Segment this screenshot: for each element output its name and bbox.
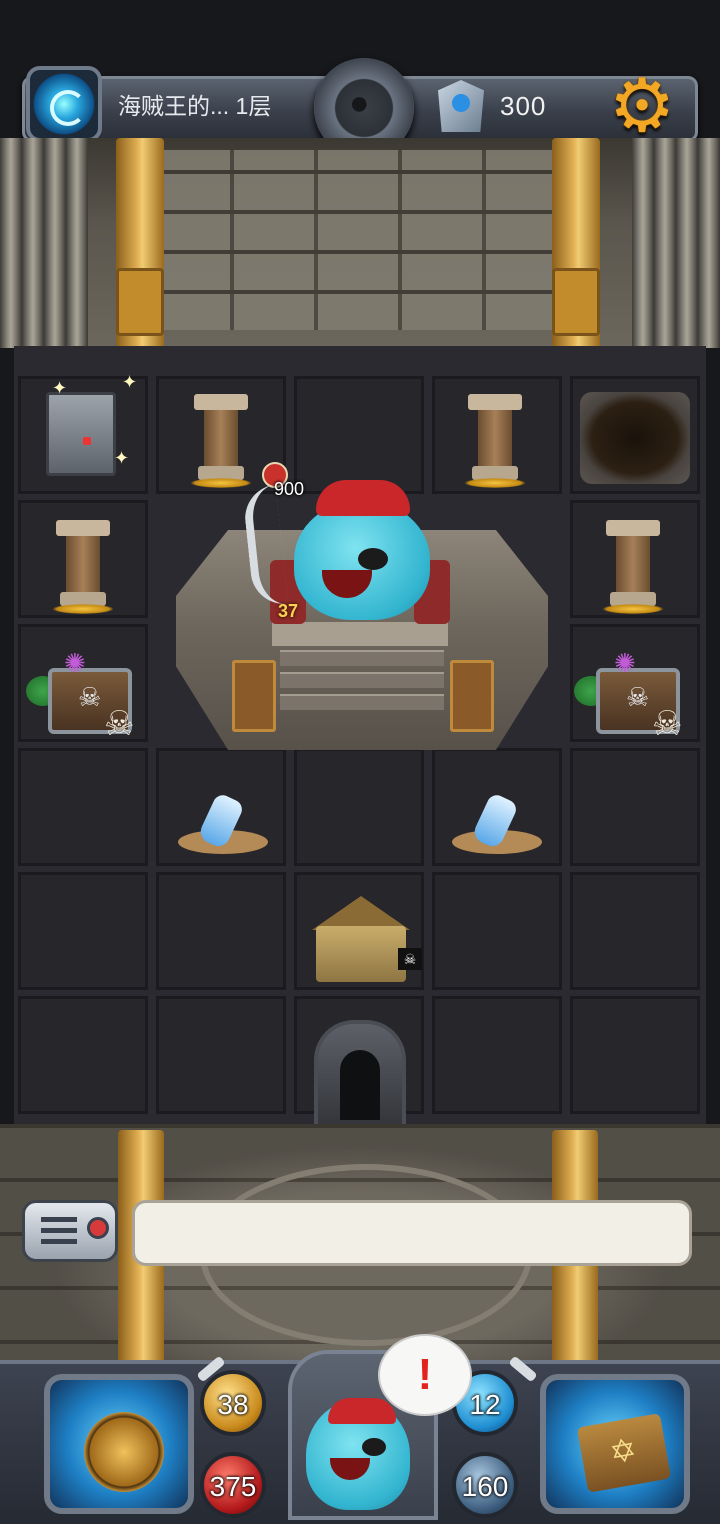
gold-stat: 160 — [452, 1452, 518, 1518]
pillar-icon[interactable] — [52, 520, 114, 616]
board-cell[interactable] — [432, 872, 562, 990]
gem-count: 300 — [500, 91, 547, 121]
gear-icon[interactable]: ⚙ — [604, 68, 680, 144]
collapsed-hole-icon[interactable] — [580, 392, 690, 484]
pillar-icon[interactable] — [464, 394, 526, 490]
message-bottle-icon[interactable] — [452, 792, 542, 856]
board-cell[interactable] — [432, 996, 562, 1114]
stairs-door-icon[interactable] — [314, 1020, 406, 1128]
octopus-icon: ✺ — [64, 648, 86, 678]
board-cell[interactable] — [156, 872, 286, 990]
stone-wall — [150, 150, 570, 330]
gold-emblem-right — [552, 268, 600, 336]
boss-bandana — [316, 480, 410, 516]
hp-stat: 375 — [200, 1452, 266, 1518]
boss-eyepatch — [358, 548, 388, 570]
alert-bubble[interactable]: ! — [378, 1334, 472, 1416]
hero-bandana — [328, 1398, 396, 1424]
stone-column-left — [0, 138, 88, 348]
dialogue-box — [132, 1200, 692, 1266]
platform-step — [280, 672, 444, 688]
gem-icon — [438, 80, 484, 132]
notification-dot — [87, 1217, 109, 1239]
board-cell[interactable] — [570, 748, 700, 866]
pillar-icon[interactable] — [190, 394, 252, 490]
portal-icon[interactable] — [26, 66, 102, 142]
menu-icon — [41, 1217, 77, 1245]
gold-emblem-left — [116, 268, 164, 336]
message-bottle-icon[interactable] — [178, 792, 268, 856]
attack-stat: 38 — [200, 1370, 266, 1436]
merchant-tent-icon[interactable]: ☠ — [306, 896, 422, 992]
sparkle-icon: ✦ — [52, 378, 68, 398]
board-cell[interactable] — [570, 872, 700, 990]
rune-pillar-icon — [450, 660, 494, 732]
hero-eyepatch — [362, 1438, 386, 1456]
skull-icon: ☠ — [104, 705, 135, 743]
floor-label: 海贼王的... 1层 — [118, 93, 272, 119]
boss-attack: 37 — [277, 601, 299, 621]
pillar-icon[interactable] — [602, 520, 664, 616]
platform-step — [280, 694, 444, 710]
boss-hp: 900 — [273, 479, 305, 499]
rune-pillar-icon — [232, 660, 276, 732]
vault-chest-icon[interactable] — [46, 392, 116, 476]
board-cell[interactable] — [18, 872, 148, 990]
stone-column-right — [632, 138, 720, 348]
sparkle-icon: ✦ — [114, 448, 130, 468]
board-cell[interactable] — [18, 996, 148, 1114]
board-cell[interactable] — [294, 748, 424, 866]
platform-step — [280, 650, 444, 666]
board-cell[interactable] — [156, 996, 286, 1114]
sparkle-icon: ✦ — [122, 372, 138, 392]
octopus-icon: ✺ — [614, 648, 636, 678]
skull-icon: ☠ — [652, 705, 683, 743]
compass-helmet-icon — [84, 1412, 164, 1492]
menu-button[interactable] — [22, 1200, 118, 1262]
board-cell[interactable] — [18, 748, 148, 866]
board-cell[interactable] — [570, 996, 700, 1114]
